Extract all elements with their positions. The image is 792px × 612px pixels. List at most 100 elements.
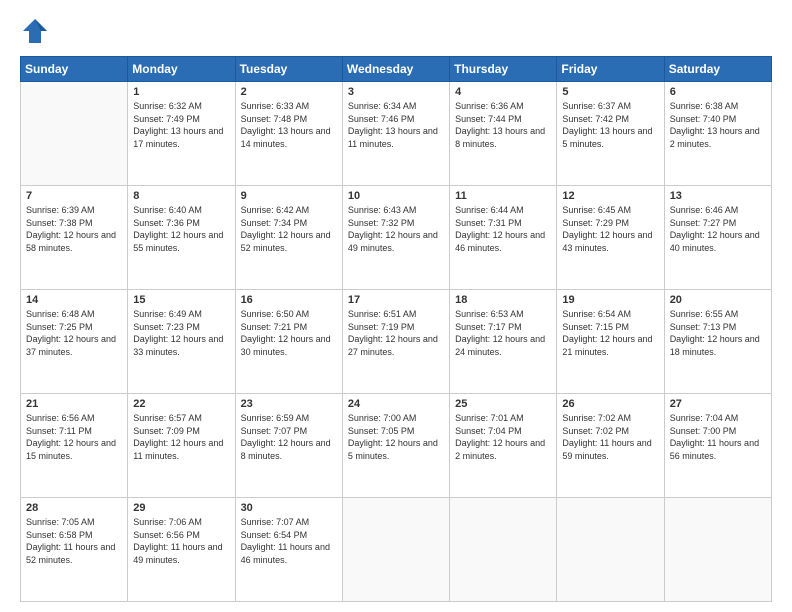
- day-info: Sunrise: 7:00 AMSunset: 7:05 PMDaylight:…: [348, 412, 444, 462]
- day-number: 30: [241, 502, 337, 514]
- day-info: Sunrise: 6:48 AMSunset: 7:25 PMDaylight:…: [26, 308, 122, 358]
- day-cell: [21, 82, 128, 186]
- day-number: 25: [455, 398, 551, 410]
- day-cell: 29 Sunrise: 7:06 AMSunset: 6:56 PMDayligh…: [128, 498, 235, 602]
- day-header-wednesday: Wednesday: [342, 57, 449, 82]
- day-info: Sunrise: 7:05 AMSunset: 6:58 PMDaylight:…: [26, 516, 122, 566]
- day-number: 9: [241, 190, 337, 202]
- day-info: Sunrise: 6:32 AMSunset: 7:49 PMDaylight:…: [133, 100, 229, 150]
- day-cell: 14 Sunrise: 6:48 AMSunset: 7:25 PMDayligh…: [21, 290, 128, 394]
- calendar-table: SundayMondayTuesdayWednesdayThursdayFrid…: [20, 56, 772, 602]
- day-cell: 26 Sunrise: 7:02 AMSunset: 7:02 PMDayligh…: [557, 394, 664, 498]
- day-number: 7: [26, 190, 122, 202]
- day-cell: 4Sunrise: 6:36 AMSunset: 7:44 PMDaylight…: [450, 82, 557, 186]
- day-number: 16: [241, 294, 337, 306]
- week-row-4: 21 Sunrise: 6:56 AMSunset: 7:11 PMDayligh…: [21, 394, 772, 498]
- day-info: Sunrise: 6:34 AMSunset: 7:46 PMDaylight:…: [348, 100, 444, 150]
- day-number: 4: [455, 86, 551, 98]
- day-info: Sunrise: 6:56 AMSunset: 7:11 PMDaylight:…: [26, 412, 122, 462]
- day-info: Sunrise: 6:54 AMSunset: 7:15 PMDaylight:…: [562, 308, 658, 358]
- day-cell: 13 Sunrise: 6:46 AMSunset: 7:27 PMDayligh…: [664, 186, 771, 290]
- day-info: Sunrise: 6:53 AMSunset: 7:17 PMDaylight:…: [455, 308, 551, 358]
- day-number: 15: [133, 294, 229, 306]
- day-cell: 27 Sunrise: 7:04 AMSunset: 7:00 PMDayligh…: [664, 394, 771, 498]
- day-number: 6: [670, 86, 766, 98]
- day-info: Sunrise: 6:42 AMSunset: 7:34 PMDaylight:…: [241, 204, 337, 254]
- day-number: 27: [670, 398, 766, 410]
- day-cell: 9 Sunrise: 6:42 AMSunset: 7:34 PMDaylight…: [235, 186, 342, 290]
- day-header-monday: Monday: [128, 57, 235, 82]
- day-cell: 20 Sunrise: 6:55 AMSunset: 7:13 PMDayligh…: [664, 290, 771, 394]
- day-info: Sunrise: 6:43 AMSunset: 7:32 PMDaylight:…: [348, 204, 444, 254]
- day-cell: [557, 498, 664, 602]
- day-info: Sunrise: 7:06 AMSunset: 6:56 PMDaylight:…: [133, 516, 229, 566]
- week-row-3: 14 Sunrise: 6:48 AMSunset: 7:25 PMDayligh…: [21, 290, 772, 394]
- day-cell: 18 Sunrise: 6:53 AMSunset: 7:17 PMDayligh…: [450, 290, 557, 394]
- day-number: 21: [26, 398, 122, 410]
- week-row-1: 1 Sunrise: 6:32 AMSunset: 7:49 PMDaylight…: [21, 82, 772, 186]
- day-cell: 7 Sunrise: 6:39 AMSunset: 7:38 PMDaylight…: [21, 186, 128, 290]
- day-cell: 6 Sunrise: 6:38 AMSunset: 7:40 PMDaylight…: [664, 82, 771, 186]
- day-cell: 16 Sunrise: 6:50 AMSunset: 7:21 PMDayligh…: [235, 290, 342, 394]
- day-cell: 5 Sunrise: 6:37 AMSunset: 7:42 PMDaylight…: [557, 82, 664, 186]
- day-number: 18: [455, 294, 551, 306]
- day-number: 11: [455, 190, 551, 202]
- day-info: Sunrise: 6:44 AMSunset: 7:31 PMDaylight:…: [455, 204, 551, 254]
- day-number: 24: [348, 398, 444, 410]
- day-header-thursday: Thursday: [450, 57, 557, 82]
- day-info: Sunrise: 6:45 AMSunset: 7:29 PMDaylight:…: [562, 204, 658, 254]
- day-number: 5: [562, 86, 658, 98]
- day-info: Sunrise: 7:07 AMSunset: 6:54 PMDaylight:…: [241, 516, 337, 566]
- day-cell: 12 Sunrise: 6:45 AMSunset: 7:29 PMDayligh…: [557, 186, 664, 290]
- day-info: Sunrise: 6:46 AMSunset: 7:27 PMDaylight:…: [670, 204, 766, 254]
- day-cell: 25 Sunrise: 7:01 AMSunset: 7:04 PMDayligh…: [450, 394, 557, 498]
- day-cell: 21 Sunrise: 6:56 AMSunset: 7:11 PMDayligh…: [21, 394, 128, 498]
- day-number: 14: [26, 294, 122, 306]
- day-cell: 24 Sunrise: 7:00 AMSunset: 7:05 PMDayligh…: [342, 394, 449, 498]
- day-cell: 1 Sunrise: 6:32 AMSunset: 7:49 PMDaylight…: [128, 82, 235, 186]
- day-number: 12: [562, 190, 658, 202]
- day-info: Sunrise: 6:55 AMSunset: 7:13 PMDaylight:…: [670, 308, 766, 358]
- day-number: 23: [241, 398, 337, 410]
- day-number: 13: [670, 190, 766, 202]
- day-info: Sunrise: 6:57 AMSunset: 7:09 PMDaylight:…: [133, 412, 229, 462]
- page: SundayMondayTuesdayWednesdayThursdayFrid…: [0, 0, 792, 612]
- day-info: Sunrise: 6:33 AMSunset: 7:48 PMDaylight:…: [241, 100, 337, 150]
- day-number: 8: [133, 190, 229, 202]
- day-number: 3: [348, 86, 444, 98]
- day-number: 29: [133, 502, 229, 514]
- day-info: Sunrise: 6:50 AMSunset: 7:21 PMDaylight:…: [241, 308, 337, 358]
- day-cell: 3 Sunrise: 6:34 AMSunset: 7:46 PMDaylight…: [342, 82, 449, 186]
- day-number: 2: [241, 86, 337, 98]
- day-number: 1: [133, 86, 229, 98]
- day-number: 26: [562, 398, 658, 410]
- week-row-2: 7 Sunrise: 6:39 AMSunset: 7:38 PMDaylight…: [21, 186, 772, 290]
- day-info: Sunrise: 6:49 AMSunset: 7:23 PMDaylight:…: [133, 308, 229, 358]
- day-number: 10: [348, 190, 444, 202]
- day-cell: 22 Sunrise: 6:57 AMSunset: 7:09 PMDayligh…: [128, 394, 235, 498]
- day-info: Sunrise: 6:37 AMSunset: 7:42 PMDaylight:…: [562, 100, 658, 150]
- day-cell: 11 Sunrise: 6:44 AMSunset: 7:31 PMDayligh…: [450, 186, 557, 290]
- logo: [20, 16, 54, 46]
- day-header-saturday: Saturday: [664, 57, 771, 82]
- day-header-sunday: Sunday: [21, 57, 128, 82]
- day-number: 28: [26, 502, 122, 514]
- header: [20, 16, 772, 46]
- day-info: Sunrise: 7:04 AMSunset: 7:00 PMDaylight:…: [670, 412, 766, 462]
- day-cell: 23 Sunrise: 6:59 AMSunset: 7:07 PMDayligh…: [235, 394, 342, 498]
- day-info: Sunrise: 6:38 AMSunset: 7:40 PMDaylight:…: [670, 100, 766, 150]
- day-info: Sunrise: 6:59 AMSunset: 7:07 PMDaylight:…: [241, 412, 337, 462]
- day-header-tuesday: Tuesday: [235, 57, 342, 82]
- day-number: 17: [348, 294, 444, 306]
- day-info: Sunrise: 7:01 AMSunset: 7:04 PMDaylight:…: [455, 412, 551, 462]
- week-row-5: 28 Sunrise: 7:05 AMSunset: 6:58 PMDayligh…: [21, 498, 772, 602]
- day-info: Sunrise: 6:39 AMSunset: 7:38 PMDaylight:…: [26, 204, 122, 254]
- day-cell: 28 Sunrise: 7:05 AMSunset: 6:58 PMDayligh…: [21, 498, 128, 602]
- day-number: 20: [670, 294, 766, 306]
- day-info: Sunrise: 7:02 AMSunset: 7:02 PMDaylight:…: [562, 412, 658, 462]
- header-row: SundayMondayTuesdayWednesdayThursdayFrid…: [21, 57, 772, 82]
- day-cell: 10 Sunrise: 6:43 AMSunset: 7:32 PMDayligh…: [342, 186, 449, 290]
- day-header-friday: Friday: [557, 57, 664, 82]
- day-cell: 19Sunrise: 6:54 AMSunset: 7:15 PMDayligh…: [557, 290, 664, 394]
- day-number: 22: [133, 398, 229, 410]
